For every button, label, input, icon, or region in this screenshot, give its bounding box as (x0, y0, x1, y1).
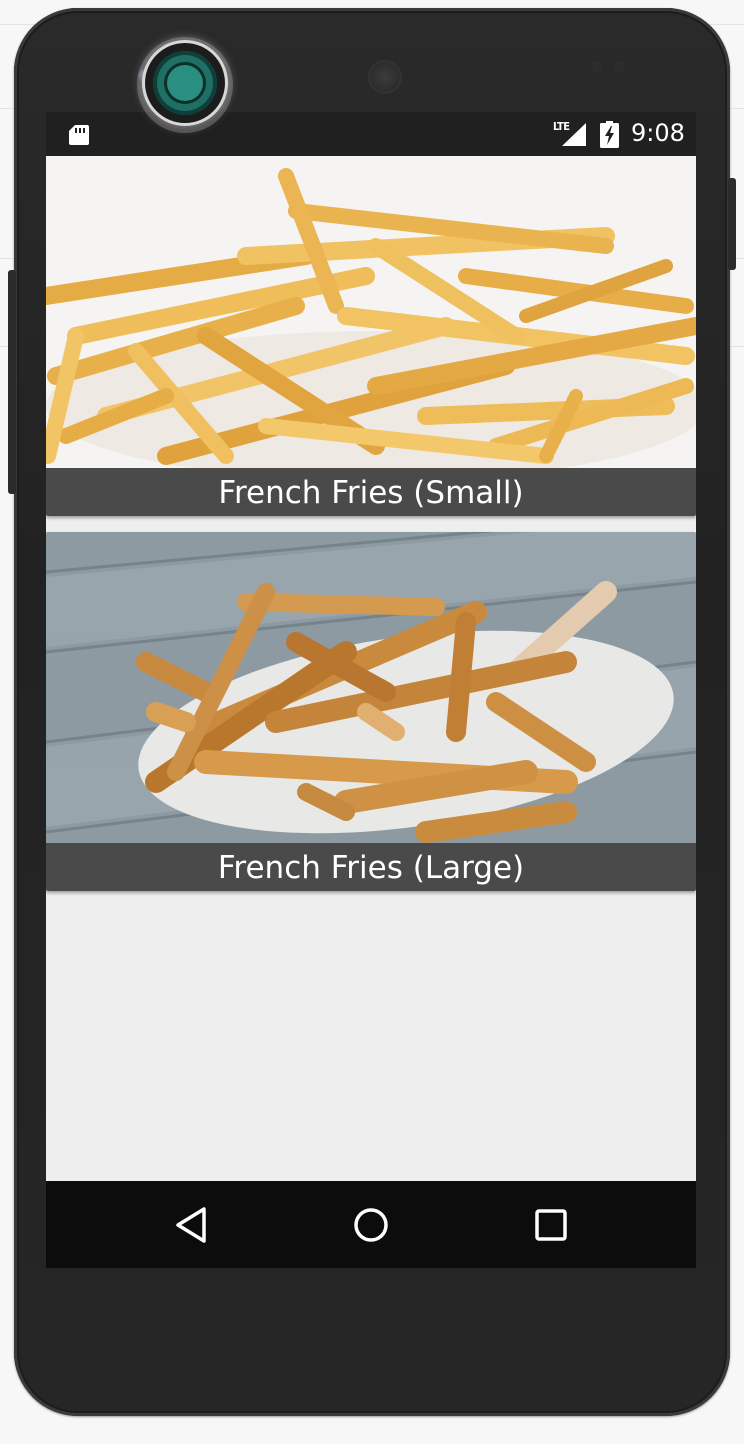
back-icon[interactable] (170, 1203, 214, 1247)
recents-icon[interactable] (529, 1203, 573, 1247)
camera-lens (153, 51, 217, 115)
home-icon[interactable] (349, 1203, 393, 1247)
signal-icon (562, 123, 586, 146)
navigation-bar (46, 1181, 696, 1268)
light-sensor (614, 62, 624, 72)
proximity-sensor (592, 62, 602, 72)
camera-icon[interactable] (145, 43, 225, 123)
product-list: French Fries (Small) French Fries (Large… (46, 156, 696, 1181)
power-button[interactable] (728, 178, 736, 270)
volume-button[interactable] (8, 270, 16, 494)
fries-large-photo (46, 532, 696, 844)
status-bar: LTE 9:08 (46, 112, 696, 156)
battery-charging-icon (600, 121, 619, 148)
camera-lens-core (167, 65, 203, 101)
product-card-fries-small[interactable]: French Fries (Small) (46, 156, 696, 516)
sd-card-icon (69, 125, 89, 145)
device-screen: LTE 9:08 French Fries (Small) French Fri… (46, 112, 696, 1268)
fries-small-photo (46, 156, 696, 468)
speaker-grille (368, 60, 402, 94)
product-card-fries-large[interactable]: French Fries (Large) (46, 532, 696, 891)
status-clock: 9:08 (631, 119, 685, 147)
product-name: French Fries (Large) (46, 843, 696, 891)
emulator-window: LTE 9:08 French Fries (Small) French Fri… (0, 0, 744, 1444)
product-name: French Fries (Small) (46, 468, 696, 516)
